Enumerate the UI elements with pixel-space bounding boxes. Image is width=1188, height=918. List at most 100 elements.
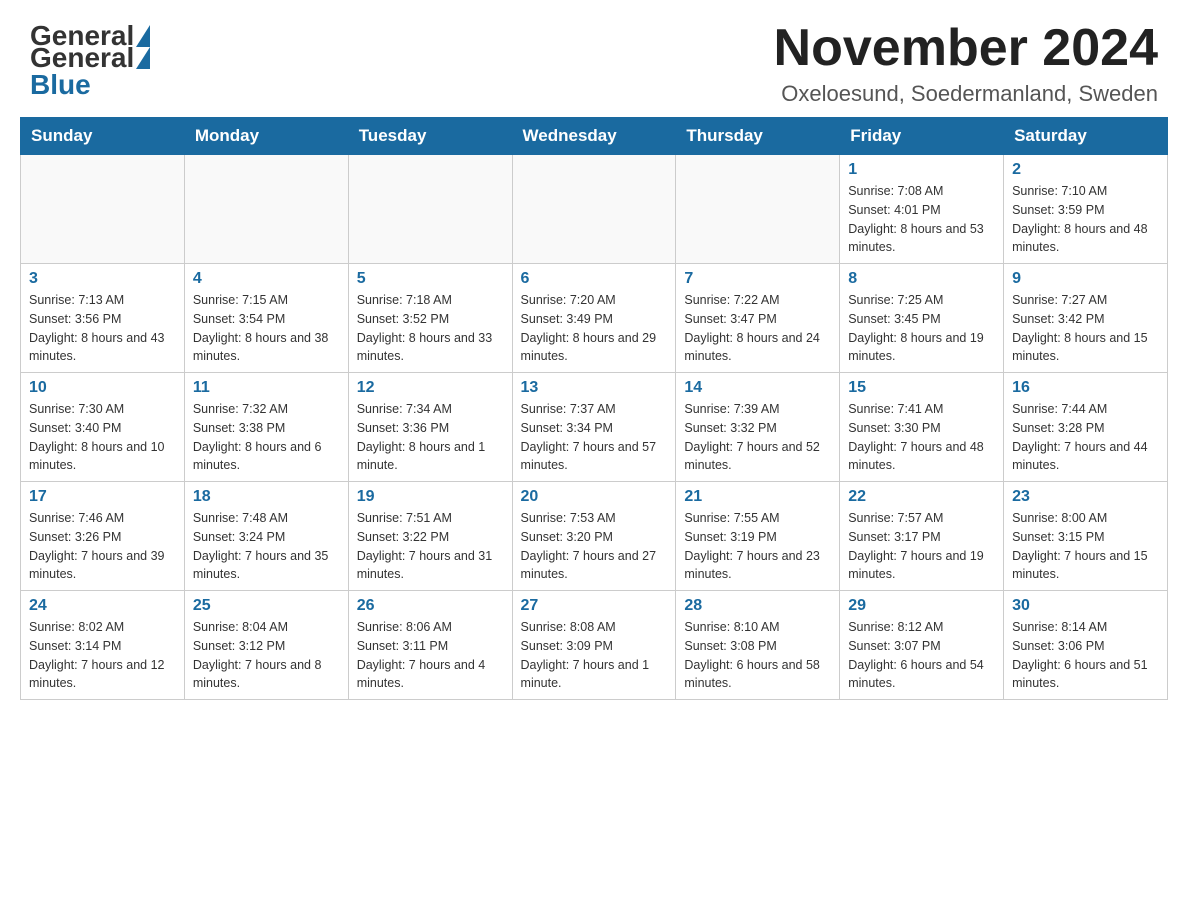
day-number: 8 — [848, 270, 995, 288]
calendar-cell — [348, 155, 512, 264]
calendar-cell: 1 Sunrise: 7:08 AMSunset: 4:01 PMDaylight… — [840, 155, 1004, 264]
day-detail: Sunrise: 8:10 AMSunset: 3:08 PMDaylight:… — [684, 618, 831, 693]
col-saturday: Saturday — [1004, 118, 1168, 155]
week-row-4: 24 Sunrise: 8:02 AMSunset: 3:14 PMDayligh… — [21, 591, 1168, 700]
day-detail: Sunrise: 7:53 AMSunset: 3:20 PMDaylight:… — [521, 509, 668, 584]
calendar-cell: 10 Sunrise: 7:30 AMSunset: 3:40 PMDayligh… — [21, 373, 185, 482]
day-number: 6 — [521, 270, 668, 288]
calendar-cell: 6 Sunrise: 7:20 AMSunset: 3:49 PMDaylight… — [512, 264, 676, 373]
day-number: 12 — [357, 379, 504, 397]
week-row-0: 1 Sunrise: 7:08 AMSunset: 4:01 PMDaylight… — [21, 155, 1168, 264]
day-detail: Sunrise: 7:32 AMSunset: 3:38 PMDaylight:… — [193, 400, 340, 475]
calendar-cell: 4Sunrise: 7:15 AMSunset: 3:54 PMDaylight… — [184, 264, 348, 373]
week-row-3: 17 Sunrise: 7:46 AMSunset: 3:26 PMDayligh… — [21, 482, 1168, 591]
day-number: 30 — [1012, 597, 1159, 615]
calendar-cell: 5 Sunrise: 7:18 AMSunset: 3:52 PMDaylight… — [348, 264, 512, 373]
day-detail: Sunrise: 7:51 AMSunset: 3:22 PMDaylight:… — [357, 509, 504, 584]
calendar-cell: 23 Sunrise: 8:00 AMSunset: 3:15 PMDayligh… — [1004, 482, 1168, 591]
day-detail: Sunrise: 7:48 AMSunset: 3:24 PMDaylight:… — [193, 509, 340, 584]
calendar-cell: 13Sunrise: 7:37 AMSunset: 3:34 PMDayligh… — [512, 373, 676, 482]
day-detail: Sunrise: 7:18 AMSunset: 3:52 PMDaylight:… — [357, 291, 504, 366]
day-detail: Sunrise: 7:20 AMSunset: 3:49 PMDaylight:… — [521, 291, 668, 366]
day-number: 22 — [848, 488, 995, 506]
day-number: 10 — [29, 379, 176, 397]
day-detail: Sunrise: 7:41 AMSunset: 3:30 PMDaylight:… — [848, 400, 995, 475]
calendar-cell: 2Sunrise: 7:10 AMSunset: 3:59 PMDaylight… — [1004, 155, 1168, 264]
col-sunday: Sunday — [21, 118, 185, 155]
day-detail: Sunrise: 7:08 AMSunset: 4:01 PMDaylight:… — [848, 182, 995, 257]
day-number: 25 — [193, 597, 340, 615]
day-number: 26 — [357, 597, 504, 615]
header-row: Sunday Monday Tuesday Wednesday Thursday… — [21, 118, 1168, 155]
day-detail: Sunrise: 7:25 AMSunset: 3:45 PMDaylight:… — [848, 291, 995, 366]
col-monday: Monday — [184, 118, 348, 155]
week-row-1: 3 Sunrise: 7:13 AMSunset: 3:56 PMDaylight… — [21, 264, 1168, 373]
day-detail: Sunrise: 7:13 AMSunset: 3:56 PMDaylight:… — [29, 291, 176, 366]
day-number: 14 — [684, 379, 831, 397]
day-number: 4 — [193, 270, 340, 288]
day-detail: Sunrise: 7:34 AMSunset: 3:36 PMDaylight:… — [357, 400, 504, 475]
logo-blue-text: Blue — [30, 69, 91, 100]
calendar-cell — [512, 155, 676, 264]
calendar-cell: 20 Sunrise: 7:53 AMSunset: 3:20 PMDayligh… — [512, 482, 676, 591]
day-detail: Sunrise: 7:44 AMSunset: 3:28 PMDaylight:… — [1012, 400, 1159, 475]
day-detail: Sunrise: 8:12 AMSunset: 3:07 PMDaylight:… — [848, 618, 995, 693]
calendar-cell: 15 Sunrise: 7:41 AMSunset: 3:30 PMDayligh… — [840, 373, 1004, 482]
day-detail: Sunrise: 8:14 AMSunset: 3:06 PMDaylight:… — [1012, 618, 1159, 693]
day-detail: Sunrise: 8:06 AMSunset: 3:11 PMDaylight:… — [357, 618, 504, 693]
day-number: 7 — [684, 270, 831, 288]
calendar-body: 1 Sunrise: 7:08 AMSunset: 4:01 PMDaylight… — [21, 155, 1168, 700]
day-detail: Sunrise: 8:04 AMSunset: 3:12 PMDaylight:… — [193, 618, 340, 693]
day-number: 27 — [521, 597, 668, 615]
day-number: 1 — [848, 161, 995, 179]
day-detail: Sunrise: 8:00 AMSunset: 3:15 PMDaylight:… — [1012, 509, 1159, 584]
week-row-2: 10 Sunrise: 7:30 AMSunset: 3:40 PMDayligh… — [21, 373, 1168, 482]
title-block: November 2024 Oxeloesund, Soedermanland,… — [774, 20, 1158, 107]
day-number: 20 — [521, 488, 668, 506]
calendar-cell: 11Sunrise: 7:32 AMSunset: 3:38 PMDayligh… — [184, 373, 348, 482]
day-number: 19 — [357, 488, 504, 506]
day-number: 18 — [193, 488, 340, 506]
col-friday: Friday — [840, 118, 1004, 155]
calendar-cell — [676, 155, 840, 264]
day-number: 13 — [521, 379, 668, 397]
calendar-cell: 7 Sunrise: 7:22 AMSunset: 3:47 PMDaylight… — [676, 264, 840, 373]
calendar-cell: 30 Sunrise: 8:14 AMSunset: 3:06 PMDayligh… — [1004, 591, 1168, 700]
calendar-cell: 12 Sunrise: 7:34 AMSunset: 3:36 PMDayligh… — [348, 373, 512, 482]
calendar-table: Sunday Monday Tuesday Wednesday Thursday… — [20, 117, 1168, 700]
calendar-cell: 16 Sunrise: 7:44 AMSunset: 3:28 PMDayligh… — [1004, 373, 1168, 482]
calendar-cell: 28Sunrise: 8:10 AMSunset: 3:08 PMDayligh… — [676, 591, 840, 700]
day-detail: Sunrise: 7:57 AMSunset: 3:17 PMDaylight:… — [848, 509, 995, 584]
col-thursday: Thursday — [676, 118, 840, 155]
day-number: 16 — [1012, 379, 1159, 397]
calendar-cell: 25 Sunrise: 8:04 AMSunset: 3:12 PMDayligh… — [184, 591, 348, 700]
col-wednesday: Wednesday — [512, 118, 676, 155]
calendar-cell: 9Sunrise: 7:27 AMSunset: 3:42 PMDaylight… — [1004, 264, 1168, 373]
calendar-cell: 3 Sunrise: 7:13 AMSunset: 3:56 PMDaylight… — [21, 264, 185, 373]
day-number: 5 — [357, 270, 504, 288]
day-detail: Sunrise: 7:46 AMSunset: 3:26 PMDaylight:… — [29, 509, 176, 584]
day-number: 24 — [29, 597, 176, 615]
location: Oxeloesund, Soedermanland, Sweden — [774, 81, 1158, 107]
day-detail: Sunrise: 7:39 AMSunset: 3:32 PMDaylight:… — [684, 400, 831, 475]
calendar-cell: 24 Sunrise: 8:02 AMSunset: 3:14 PMDayligh… — [21, 591, 185, 700]
day-number: 9 — [1012, 270, 1159, 288]
calendar-cell: 14 Sunrise: 7:39 AMSunset: 3:32 PMDayligh… — [676, 373, 840, 482]
month-title: November 2024 — [774, 20, 1158, 77]
calendar-cell: 17 Sunrise: 7:46 AMSunset: 3:26 PMDayligh… — [21, 482, 185, 591]
day-detail: Sunrise: 8:08 AMSunset: 3:09 PMDaylight:… — [521, 618, 668, 693]
day-number: 15 — [848, 379, 995, 397]
calendar-cell: 27 Sunrise: 8:08 AMSunset: 3:09 PMDayligh… — [512, 591, 676, 700]
day-number: 17 — [29, 488, 176, 506]
day-number: 23 — [1012, 488, 1159, 506]
page-header: General General Blue November 2024 Oxelo… — [0, 0, 1188, 117]
day-detail: Sunrise: 7:30 AMSunset: 3:40 PMDaylight:… — [29, 400, 176, 475]
calendar-wrapper: Sunday Monday Tuesday Wednesday Thursday… — [0, 117, 1188, 720]
day-detail: Sunrise: 8:02 AMSunset: 3:14 PMDaylight:… — [29, 618, 176, 693]
calendar-cell — [184, 155, 348, 264]
logo: General General Blue — [30, 20, 152, 101]
day-number: 3 — [29, 270, 176, 288]
calendar-cell: 22 Sunrise: 7:57 AMSunset: 3:17 PMDayligh… — [840, 482, 1004, 591]
calendar-cell: 26 Sunrise: 8:06 AMSunset: 3:11 PMDayligh… — [348, 591, 512, 700]
day-detail: Sunrise: 7:22 AMSunset: 3:47 PMDaylight:… — [684, 291, 831, 366]
